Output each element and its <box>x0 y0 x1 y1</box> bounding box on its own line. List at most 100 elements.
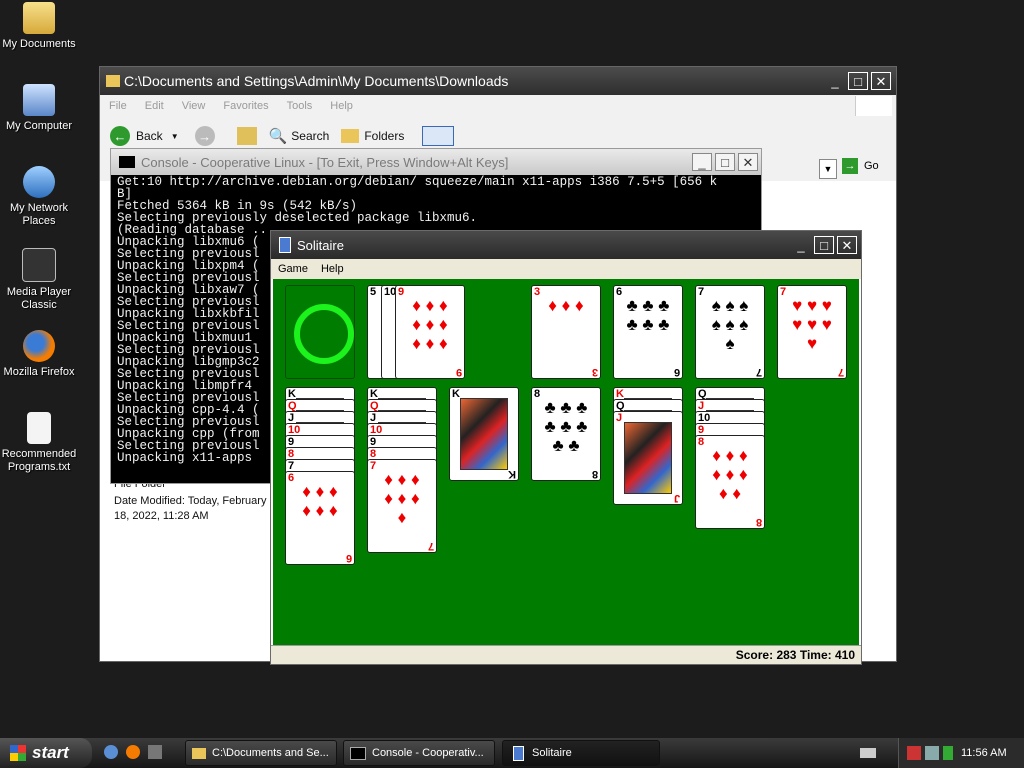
card-rank: 7 <box>698 286 705 298</box>
folders-button[interactable]: Folders <box>341 129 404 143</box>
address-dropdown-button[interactable]: ▼ <box>819 159 837 179</box>
details-panel: File Folder Date Modified: Today, Februa… <box>114 477 274 524</box>
desktop-icon-media-player[interactable]: Media Player Classic <box>0 248 79 312</box>
desktop-icon-network-places[interactable]: My Network Places <box>0 166 79 228</box>
folder-icon <box>192 747 206 759</box>
card-rank: 6 <box>345 552 352 564</box>
console-icon <box>119 156 135 168</box>
minimize-button[interactable]: _ <box>692 153 712 171</box>
maximize-button[interactable]: □ <box>848 72 868 90</box>
status-bar: Score: 283 Time: 410 <box>271 645 861 664</box>
text-file-icon <box>27 412 51 444</box>
face-card-art <box>460 398 508 470</box>
explorer-titlebar[interactable]: C:\Documents and Settings\Admin\My Docum… <box>100 67 896 95</box>
solitaire-titlebar[interactable]: Solitaire _ □ ✕ <box>271 231 861 259</box>
search-icon: 🔍 <box>268 128 288 145</box>
close-button[interactable]: ✕ <box>837 236 857 254</box>
forward-arrow-icon: → <box>194 126 215 146</box>
desktop-icon-label: Recommended Programs.txt <box>1 448 77 473</box>
forward-button[interactable]: → <box>194 126 215 146</box>
media-player-icon <box>22 248 56 282</box>
media-player-icon[interactable] <box>148 745 162 759</box>
console-titlebar[interactable]: Console - Cooperative Linux - [To Exit, … <box>111 149 761 175</box>
card-pips: ♦ ♦ ♦ <box>548 296 584 315</box>
score-label: Score: <box>735 648 774 662</box>
card-rank: 8 <box>755 516 762 528</box>
score-value: 283 <box>776 648 797 662</box>
desktop-icon-my-documents[interactable]: My Documents <box>0 2 79 51</box>
foundation-card[interactable]: 3 3 ♦ ♦ ♦ <box>531 285 601 379</box>
desktop-icon-my-computer[interactable]: My Computer <box>0 84 79 133</box>
folders-icon <box>341 129 360 143</box>
card-pips: ♣ ♣ ♣ ♣ ♣ ♣ <box>626 296 670 334</box>
time-label: Time: <box>799 648 832 662</box>
clock[interactable]: 11:56 AM <box>961 747 1007 759</box>
card-pips: ♥ ♥ ♥ ♥ ♥ ♥ ♥ <box>792 296 832 353</box>
card-rank: K <box>452 388 460 400</box>
go-button[interactable]: → Go <box>842 158 879 174</box>
minimize-button[interactable]: _ <box>825 72 845 90</box>
maximize-button[interactable]: □ <box>814 236 834 254</box>
taskbar: start C:\Documents and Se... Console - C… <box>0 738 1024 768</box>
desktop-icon-label: My Network Places <box>9 202 69 227</box>
card-rank: 3 <box>591 366 598 378</box>
foundation-card[interactable]: 7 7 ♠ ♠ ♠ ♠ ♠ ♠ ♠ <box>695 285 765 379</box>
tableau-top-card[interactable]: 8 8 ♦ ♦ ♦ ♦ ♦ ♦ ♦ ♦ <box>695 435 765 529</box>
console-icon <box>350 746 366 760</box>
card-pips: ♦ ♦ ♦ ♦ ♦ ♦ ♦ <box>384 470 420 527</box>
keyboard-icon[interactable] <box>860 748 876 758</box>
tableau-top-card[interactable]: 6 6 ♦ ♦ ♦ ♦ ♦ ♦ <box>285 471 355 565</box>
window-title: Solitaire <box>297 237 344 253</box>
close-button[interactable]: ✕ <box>738 153 758 171</box>
menu-tools[interactable]: Tools <box>287 100 313 112</box>
views-button[interactable] <box>422 126 455 146</box>
menu-view[interactable]: View <box>182 100 206 112</box>
menu-game[interactable]: Game <box>278 263 308 275</box>
time-value: 410 <box>834 648 855 662</box>
tray-app-icon[interactable] <box>943 746 953 760</box>
close-button[interactable]: ✕ <box>871 72 891 90</box>
desktop-icon-text-file[interactable]: Recommended Programs.txt <box>0 412 79 474</box>
menu-favorites[interactable]: Favorites <box>223 100 268 112</box>
start-button[interactable]: start <box>0 738 92 768</box>
card-pips: ♠ ♠ ♠ ♠ ♠ ♠ ♠ <box>711 296 749 353</box>
search-button[interactable]: 🔍 Search <box>269 127 330 145</box>
firefox-icon[interactable] <box>126 745 140 759</box>
up-folder-button[interactable] <box>236 127 257 145</box>
tableau-top-card[interactable]: JJ <box>613 411 683 505</box>
waste-card[interactable]: 9 9 ♦ ♦ ♦ ♦ ♦ ♦ ♦ ♦ ♦ <box>395 285 465 379</box>
tableau-top-card[interactable]: 8 8 ♣ ♣ ♣ ♣ ♣ ♣ ♣ ♣ <box>531 387 601 481</box>
foundation-card[interactable]: 7 7 ♥ ♥ ♥ ♥ ♥ ♥ ♥ <box>777 285 847 379</box>
card-rank: 8 <box>534 388 541 400</box>
game-table[interactable]: 55♠ ♠ ♠ ♠ ♠1010♠ ♠ ♠ ♠ ♠ ♠ ♠ ♠ ♠ ♠99♦ ♦ … <box>273 279 859 645</box>
back-button[interactable]: ← Back ▼ <box>110 126 179 146</box>
card-rank: 7 <box>755 366 762 378</box>
solitaire-icon <box>513 745 524 761</box>
minimize-button[interactable]: _ <box>791 236 811 254</box>
go-arrow-icon: → <box>842 158 858 174</box>
desktop-icon-firefox[interactable]: Mozilla Firefox <box>0 330 79 379</box>
taskbar-item-explorer[interactable]: C:\Documents and Se... <box>185 740 337 766</box>
menu-help[interactable]: Help <box>321 263 344 275</box>
browser-icon[interactable] <box>104 745 118 759</box>
network-status-icon[interactable] <box>907 746 921 760</box>
card-rank: 7 <box>427 540 434 552</box>
volume-icon[interactable] <box>925 746 939 760</box>
taskbar-item-console[interactable]: Console - Cooperativ... <box>343 740 495 766</box>
card-rank: 9 <box>455 366 462 378</box>
system-tray: 11:56 AM <box>898 738 1024 768</box>
foundation-card[interactable]: 6 6 ♣ ♣ ♣ ♣ ♣ ♣ <box>613 285 683 379</box>
menu-edit[interactable]: Edit <box>145 100 164 112</box>
details-modified: Date Modified: Today, February 18, 2022,… <box>114 495 267 522</box>
tableau-top-card[interactable]: 7 7 ♦ ♦ ♦ ♦ ♦ ♦ ♦ <box>367 459 437 553</box>
maximize-button[interactable]: □ <box>715 153 735 171</box>
menu-file[interactable]: File <box>109 100 127 112</box>
windows-logo-icon <box>10 745 26 761</box>
taskbar-item-solitaire[interactable]: Solitaire <box>502 740 660 766</box>
tableau-top-card[interactable]: KK <box>449 387 519 481</box>
stock-pile-empty[interactable] <box>285 285 355 379</box>
card-rank: 7 <box>780 286 787 298</box>
card-pips: ♦ ♦ ♦ ♦ ♦ ♦ <box>302 482 338 520</box>
chevron-down-icon: ▼ <box>170 131 179 141</box>
menu-help[interactable]: Help <box>330 100 353 112</box>
